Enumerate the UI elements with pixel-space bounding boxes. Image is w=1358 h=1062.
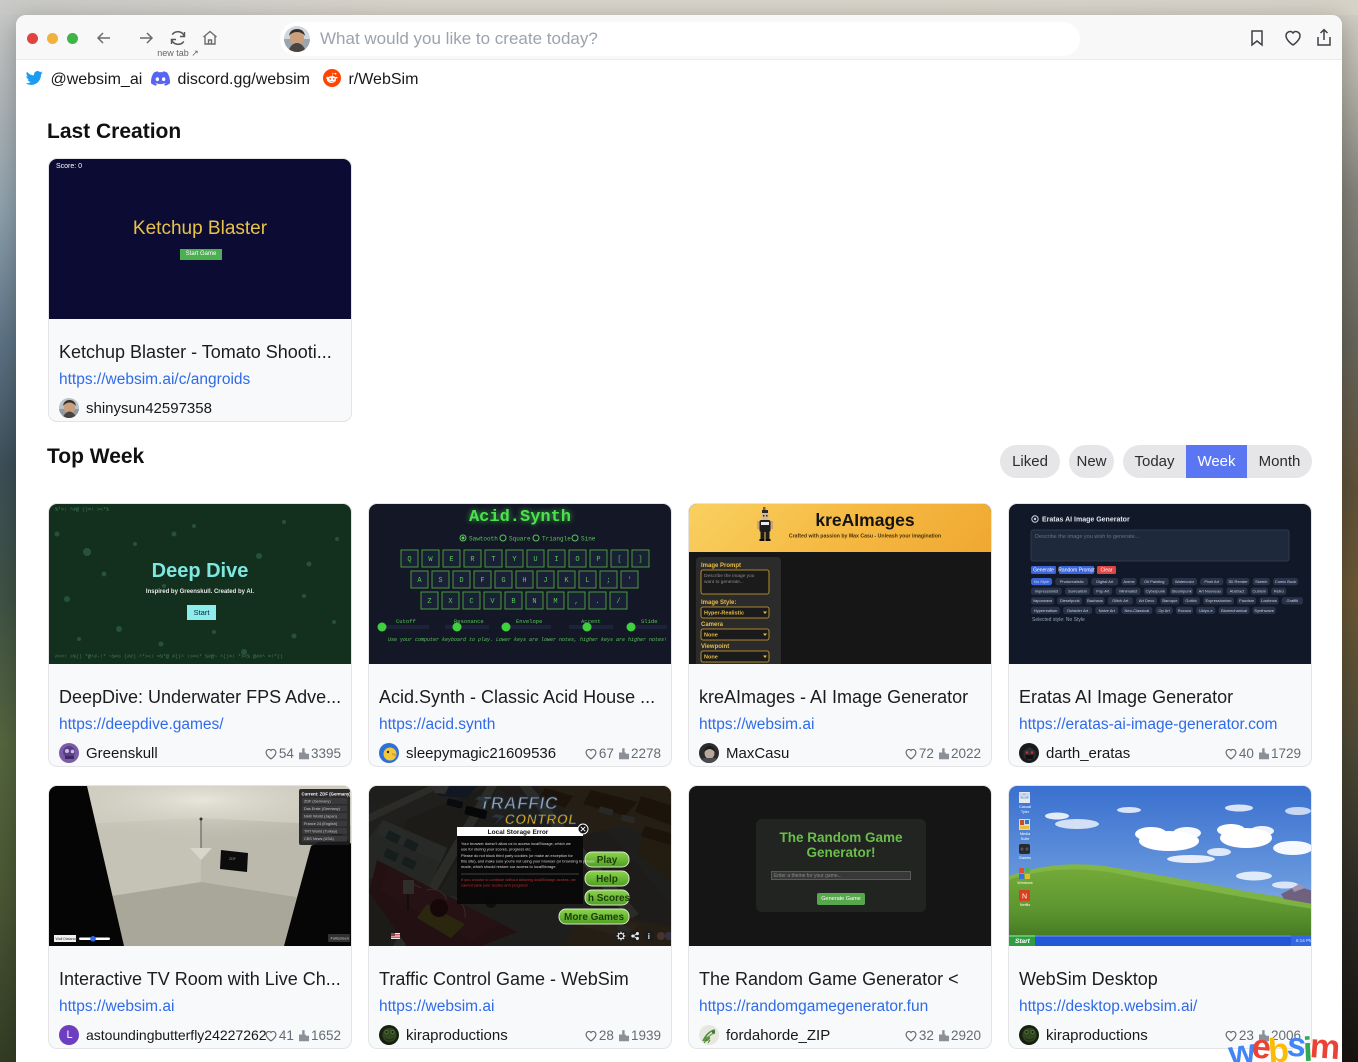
svg-text:France 24 (English): France 24 (English) — [304, 822, 338, 826]
svg-text:Rococo: Rococo — [1178, 608, 1192, 613]
svg-text:Synthwave: Synthwave — [1254, 608, 1274, 613]
svg-text:Outsider Art: Outsider Art — [1067, 608, 1089, 613]
svg-text:cannot save your scores and pr: cannot save your scores and progress! — [461, 883, 528, 888]
svg-text:Art Nouveau: Art Nouveau — [1199, 589, 1221, 594]
svg-text:Use your computer keyboard to: Use your computer keyboard to play. Lowe… — [388, 637, 667, 643]
svg-text:Photorealistic: Photorealistic — [1060, 579, 1084, 584]
svg-text:Dieselpunk: Dieselpunk — [1060, 598, 1080, 603]
svg-text:3D Render: 3D Render — [1228, 579, 1248, 584]
svg-text:Bauhaus: Bauhaus — [1087, 598, 1103, 603]
svg-text:None: None — [704, 655, 718, 661]
svg-text:h Scores: h Scores — [588, 893, 631, 904]
svg-text:CONTROL: CONTROL — [503, 811, 578, 827]
svg-text:Steampunk: Steampunk — [1171, 589, 1191, 594]
svg-text:Please do not block third part: Please do not block third party cookies … — [461, 853, 574, 858]
svg-text:If you choose to continue with: If you choose to continue without allowi… — [461, 877, 576, 882]
svg-text:No Style: No Style — [1034, 579, 1050, 584]
svg-text:6:14 PM: 6:14 PM — [1296, 938, 1311, 943]
svg-text:Abstract: Abstract — [1230, 589, 1246, 594]
svg-text:Selected style: No Style: Selected style: No Style — [1032, 617, 1085, 623]
svg-text:Casual: Casual — [1019, 805, 1031, 809]
svg-text:Image Style:: Image Style: — [701, 600, 736, 606]
svg-text:Expressionism: Expressionism — [1205, 598, 1232, 603]
svg-text:TRT World (Turkey): TRT World (Turkey) — [304, 830, 338, 834]
svg-text:Anime: Anime — [1123, 579, 1135, 584]
svg-text:Image Prompt: Image Prompt — [701, 563, 741, 569]
svg-text:Slide: Slide — [641, 618, 658, 625]
svg-text:NHK World (Japan): NHK World (Japan) — [304, 815, 338, 819]
svg-text:Pop Art: Pop Art — [1096, 589, 1110, 594]
svg-text:Fauvism: Fauvism — [1239, 598, 1255, 603]
svg-text:Minimalist: Minimalist — [1119, 589, 1138, 594]
svg-text:Tyler: Tyler — [1021, 810, 1030, 814]
svg-text:Media: Media — [1020, 832, 1031, 836]
svg-text:Your browser doesn't allow us: Your browser doesn't allow us to access … — [461, 841, 571, 846]
svg-text:Neo-Classical: Neo-Classical — [1125, 608, 1150, 613]
svg-text:Describe the image you: Describe the image you — [704, 573, 755, 579]
svg-text:Biomechanical: Biomechanical — [1221, 608, 1247, 613]
svg-text:Impressionist: Impressionist — [1035, 589, 1059, 594]
svg-text:TRAFFIC: TRAFFIC — [478, 793, 560, 813]
svg-text:Sketch: Sketch — [1255, 579, 1267, 584]
svg-text:i: i — [648, 932, 650, 941]
svg-text:Oil Painting: Oil Painting — [1144, 579, 1164, 584]
svg-text:Wall Distance: Wall Distance — [56, 937, 78, 941]
svg-text:Games: Games — [1019, 856, 1031, 860]
svg-text:Hyper-Realistic: Hyper-Realistic — [704, 611, 744, 617]
svg-text:Digital Art: Digital Art — [1096, 579, 1114, 584]
svg-text:Cutoff: Cutoff — [396, 618, 416, 625]
svg-text:ZDF (Germany): ZDF (Germany) — [304, 800, 331, 804]
svg-text:Art Deco: Art Deco — [1139, 598, 1155, 603]
svg-text:Retro: Retro — [1274, 589, 1285, 594]
svg-text:Cubism: Cubism — [1253, 589, 1267, 594]
svg-text:Viewpoint: Viewpoint — [701, 644, 729, 650]
svg-text:Help: Help — [596, 874, 618, 885]
svg-text:Eratas AI Image Generator: Eratas AI Image Generator — [1042, 517, 1130, 524]
svg-text:Camera: Camera — [701, 622, 724, 628]
svg-text:Lowbrow: Lowbrow — [1261, 598, 1277, 603]
svg-text:ZDF: ZDF — [229, 857, 236, 861]
svg-text:Envelope: Envelope — [516, 618, 542, 625]
svg-text:Generate: Generate — [1033, 568, 1054, 574]
svg-text:Clear: Clear — [1101, 568, 1113, 574]
svg-text:Play: Play — [597, 855, 618, 866]
svg-text:Baroque: Baroque — [1162, 598, 1178, 603]
svg-text:Surrealism: Surrealism — [1068, 589, 1088, 594]
svg-text:this site), and make sure you': this site), and make sure you're not usi… — [461, 859, 595, 864]
svg-text:Suite: Suite — [1021, 837, 1030, 841]
svg-text:Pixel Art: Pixel Art — [1204, 579, 1220, 584]
svg-text:Graffiti: Graffiti — [1287, 598, 1299, 603]
svg-text:Windows: Windows — [1017, 881, 1033, 885]
svg-text:Glitch Art: Glitch Art — [1112, 598, 1129, 603]
svg-text:CBS News (USA): CBS News (USA) — [304, 837, 334, 841]
svg-text:Random Prompt: Random Prompt — [1058, 568, 1095, 574]
svg-text:Local Storage Error: Local Storage Error — [488, 829, 549, 836]
svg-text:Netflix: Netflix — [1020, 903, 1031, 907]
svg-text:Naive Art: Naive Art — [1099, 608, 1116, 613]
svg-text:Ukiyo-e: Ukiyo-e — [1199, 608, 1213, 613]
svg-text:Hyperrealism: Hyperrealism — [1034, 608, 1058, 613]
svg-text:Vaporwave: Vaporwave — [1033, 598, 1053, 603]
svg-text:Das Erste (Germany): Das Erste (Germany) — [304, 807, 341, 811]
svg-text:#<=! >%() *@^#-!* ~%=> (##) ^*: #<=! >%() *@^#-!* ~%=> (##) ^*><! =%*@ #… — [55, 654, 283, 660]
svg-text:Comic Book: Comic Book — [1275, 579, 1297, 584]
svg-text:Fullscreen: Fullscreen — [331, 936, 349, 941]
svg-text:Op Art: Op Art — [1158, 608, 1170, 613]
svg-text:%*>: ^#@ ()=! ><*%: %*>: ^#@ ()=! ><*% — [55, 507, 109, 513]
svg-text:N: N — [1022, 894, 1027, 901]
svg-text:None: None — [704, 633, 718, 639]
svg-text:use for storing your scores, p: use for storing your scores, progress et… — [461, 847, 532, 852]
svg-text:Cyberpunk: Cyberpunk — [1146, 589, 1165, 594]
svg-text:More Games: More Games — [564, 912, 624, 923]
svg-text:Current: ZDF (Germany): Current: ZDF (Germany) — [302, 792, 352, 797]
svg-text:Start: Start — [1015, 938, 1031, 945]
svg-text:Gothic: Gothic — [1185, 598, 1197, 603]
svg-text:Describe the image you wish to: Describe the image you wish to generate.… — [1035, 534, 1140, 540]
svg-text:want to generate...: want to generate... — [704, 579, 744, 585]
svg-text:mode, which should restore our: mode, which should restore our access to… — [461, 864, 556, 869]
svg-text:Watercolor: Watercolor — [1175, 579, 1195, 584]
